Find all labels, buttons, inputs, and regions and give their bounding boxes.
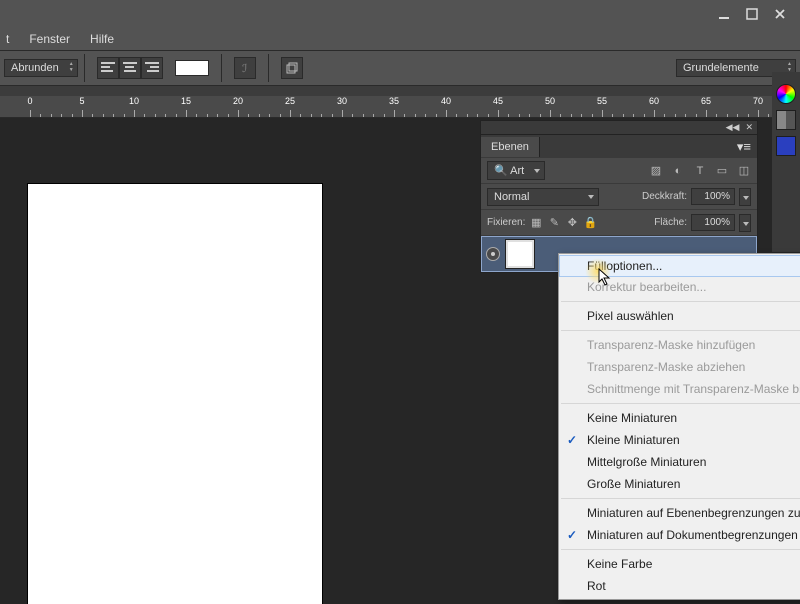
ruler-tick-label: 0	[27, 96, 32, 106]
fill-label: Fläche:	[654, 217, 687, 228]
menu-hilfe[interactable]: Hilfe	[80, 30, 124, 48]
separator	[84, 54, 85, 82]
ruler-tick-label: 30	[337, 96, 347, 106]
panel-close-icon[interactable]: ✕	[745, 122, 753, 133]
title-bar	[0, 0, 800, 28]
ctx-large-thumbnails[interactable]: Große Miniaturen	[559, 473, 800, 495]
ctx-intersect-mask: Schnittmenge mit Transparenz-Maske bilde…	[559, 378, 800, 400]
lock-pixels-icon[interactable]: ▦	[529, 216, 543, 230]
menu-bar: t Fenster Hilfe	[0, 28, 800, 50]
ruler-tick-label: 10	[129, 96, 139, 106]
document-canvas[interactable]	[28, 184, 322, 604]
lock-position-icon[interactable]: ✥	[565, 216, 579, 230]
ctx-subtract-mask: Transparenz-Maske abziehen	[559, 356, 800, 378]
layer-context-menu: Fülloptionen... Korrektur bearbeiten... …	[558, 253, 800, 600]
ruler-tick-label: 45	[493, 96, 503, 106]
window-buttons	[710, 4, 794, 24]
filter-type-icon[interactable]: T	[693, 164, 707, 178]
options-bar: Abrunden ℐ Grundelemente	[0, 50, 800, 86]
separator	[221, 54, 222, 82]
ruler-tick-label: 60	[649, 96, 659, 106]
color-swatch[interactable]	[175, 60, 209, 76]
visibility-icon[interactable]	[486, 247, 500, 261]
filter-image-icon[interactable]: ▨	[649, 164, 663, 178]
ruler-tick-label: 15	[181, 96, 191, 106]
separator	[561, 498, 800, 499]
ruler-tick-label: 55	[597, 96, 607, 106]
panel-collapse-icon[interactable]: ◀◀	[726, 122, 740, 133]
lock-label: Fixieren:	[487, 217, 525, 228]
ctx-add-mask: Transparenz-Maske hinzufügen	[559, 334, 800, 356]
ruler-tick-label: 65	[701, 96, 711, 106]
ctx-small-thumbnails[interactable]: Kleine Miniaturen	[559, 429, 800, 451]
lock-all-icon[interactable]: 🔒	[583, 216, 597, 230]
panel-menu-icon[interactable]: ▾≡	[731, 139, 757, 155]
minimize-button[interactable]	[710, 4, 738, 24]
separator	[561, 330, 800, 331]
filter-type-dropdown[interactable]: 🔍 Art	[487, 161, 545, 180]
separator	[268, 54, 269, 82]
fill-slider-button[interactable]	[739, 214, 751, 232]
filter-icons: ▨ ◐ T ▭ ◫	[649, 164, 751, 178]
filter-adjust-icon[interactable]: ◐	[671, 164, 685, 178]
ctx-clip-document-bounds[interactable]: Miniaturen auf Dokumentbegrenzungen zusc…	[559, 524, 800, 546]
ctx-color-red[interactable]: Rot	[559, 575, 800, 597]
right-dock	[772, 72, 800, 252]
align-left-button[interactable]	[97, 57, 119, 79]
warp-text-button[interactable]: ℐ	[234, 57, 256, 79]
close-button[interactable]	[766, 4, 794, 24]
ctx-medium-thumbnails[interactable]: Mittelgroße Miniaturen	[559, 451, 800, 473]
separator	[561, 301, 800, 302]
layer-thumbnail[interactable]	[506, 240, 534, 268]
shape-mode-dropdown[interactable]: Abrunden	[4, 59, 78, 77]
lock-paint-icon[interactable]: ✎	[547, 216, 561, 230]
styles-icon[interactable]	[776, 136, 796, 156]
separator	[561, 549, 800, 550]
menu-cut[interactable]: t	[6, 30, 19, 48]
ctx-no-color[interactable]: Keine Farbe	[559, 553, 800, 575]
ruler-tick-label: 50	[545, 96, 555, 106]
layers-tab[interactable]: Ebenen	[481, 137, 540, 157]
opacity-label: Deckkraft:	[642, 191, 687, 202]
ruler-tick-label: 40	[441, 96, 451, 106]
3d-button[interactable]	[281, 57, 303, 79]
align-center-button[interactable]	[119, 57, 141, 79]
ruler-tick-label: 20	[233, 96, 243, 106]
filter-shape-icon[interactable]: ▭	[715, 164, 729, 178]
ctx-edit-adjustment: Korrektur bearbeiten...	[559, 276, 800, 298]
ruler-tick-label: 25	[285, 96, 295, 106]
document-tab-strip	[0, 86, 800, 96]
menu-fenster[interactable]: Fenster	[19, 30, 80, 48]
filter-smart-icon[interactable]: ◫	[737, 164, 751, 178]
ctx-clip-layer-bounds[interactable]: Miniaturen auf Ebenenbegrenzungen zuschn…	[559, 502, 800, 524]
ctx-select-pixels[interactable]: Pixel auswählen	[559, 305, 800, 327]
ruler-tick-label: 70	[753, 96, 763, 106]
color-wheel-icon[interactable]	[776, 84, 796, 104]
align-buttons	[97, 57, 163, 79]
ctx-no-thumbnails[interactable]: Keine Miniaturen	[559, 407, 800, 429]
align-right-button[interactable]	[141, 57, 163, 79]
opacity-slider-button[interactable]	[739, 188, 751, 206]
ruler-tick-label: 5	[79, 96, 84, 106]
ctx-fill-options[interactable]: Fülloptionen...	[559, 255, 800, 277]
ruler-tick-label: 35	[389, 96, 399, 106]
maximize-button[interactable]	[738, 4, 766, 24]
blend-mode-dropdown[interactable]: Normal	[487, 188, 599, 206]
swatches-icon[interactable]	[776, 110, 796, 130]
separator	[561, 403, 800, 404]
opacity-value[interactable]: 100%	[691, 188, 735, 205]
horizontal-ruler: 0 5 10 15 20 25 30 35 40 45 50 55 60 65 70	[0, 96, 800, 118]
layers-panel: ◀◀ ✕ Ebenen ▾≡ 🔍 Art ▨ ◐ T ▭ ◫ Normal De…	[480, 120, 758, 273]
fill-value[interactable]: 100%	[691, 214, 735, 231]
